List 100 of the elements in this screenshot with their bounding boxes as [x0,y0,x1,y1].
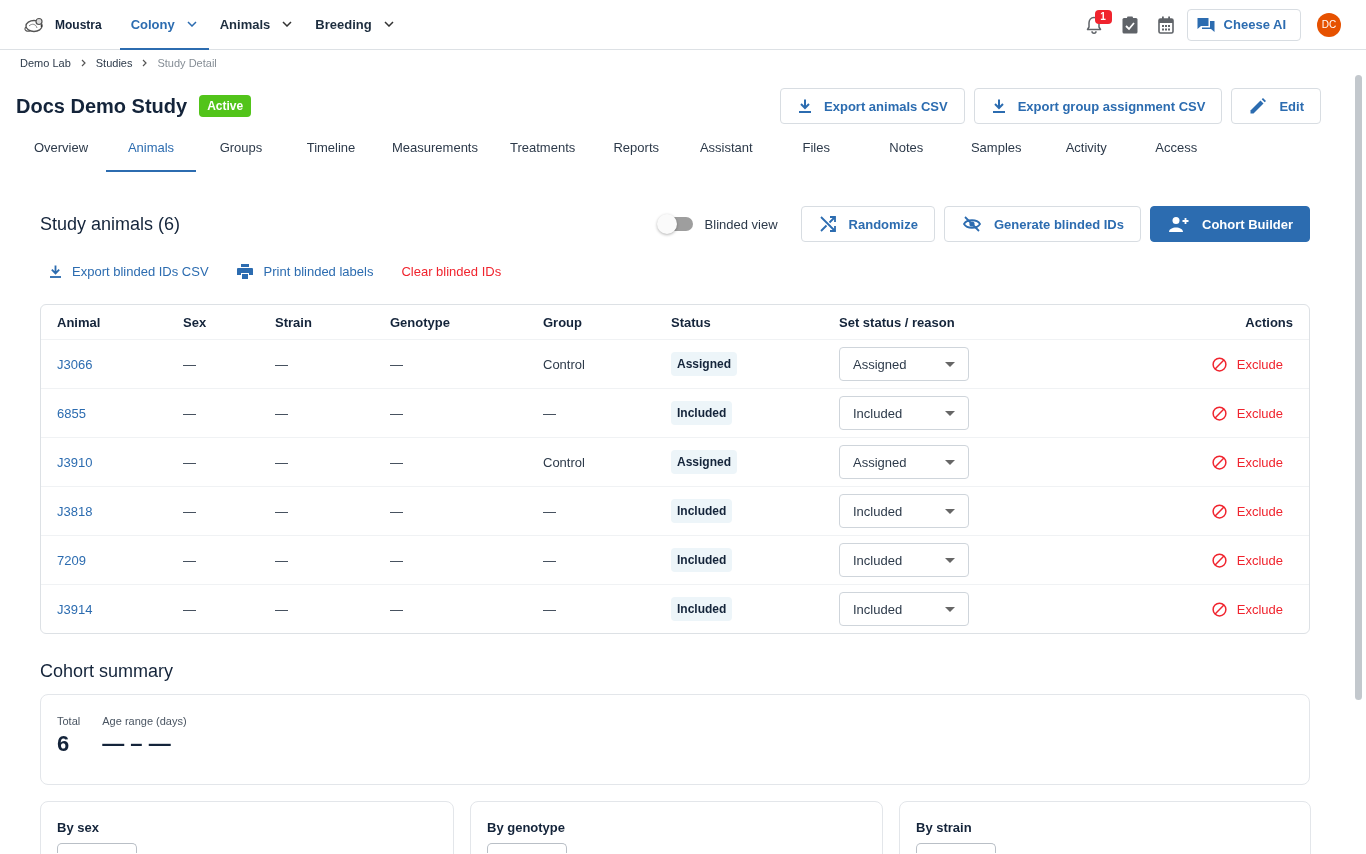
caret-down-icon [945,606,955,612]
tab[interactable]: Files [771,124,862,172]
chevron-down-icon [383,21,394,27]
exclude-button[interactable]: Exclude [1211,454,1293,470]
table-cell: — [183,504,196,519]
column-header: Actions [1245,314,1293,330]
caret-down-icon [945,410,955,416]
print-labels-button[interactable]: Print blinded labels [236,257,374,285]
mouse-logo-icon [24,16,46,33]
ban-icon [1211,356,1227,372]
animal-id-link[interactable]: 6855 [57,406,86,421]
status-select[interactable]: Assigned [839,445,969,479]
exclude-button[interactable]: Exclude [1211,356,1293,372]
status-chip: Included [671,597,733,621]
breakdown-title: By genotype [487,820,565,835]
tab[interactable]: Assistant [681,124,772,172]
caret-down-icon [945,508,955,514]
animal-id-link[interactable]: J3910 [57,455,93,470]
status-select[interactable]: Assigned [839,347,969,381]
stat-label: Age range (days) [102,715,187,727]
tab[interactable]: Groups [196,124,286,172]
export-button[interactable]: Export group assignment CSV [973,88,1223,124]
tab[interactable]: Samples [951,124,1042,172]
edit-button[interactable]: Edit [1231,88,1321,124]
table-cell: — [390,504,403,519]
animal-id-link[interactable]: J3066 [57,357,93,372]
table-cell: — [390,406,403,421]
breadcrumb-link[interactable]: Demo Lab [20,56,71,69]
generate-ids-button[interactable]: Generate blinded IDs [943,206,1141,242]
tab[interactable]: Notes [861,124,952,172]
exclude-button[interactable]: Exclude [1211,552,1293,568]
caret-down-icon [945,459,955,465]
tab[interactable]: Timeline [286,124,376,172]
stat-value: — – — [102,731,172,757]
table-cell: — [183,406,196,421]
notification-count-badge: 1 [1094,9,1112,24]
nav-menu[interactable]: Colony [119,0,209,50]
status-select[interactable]: Included [839,543,969,577]
exclude-button[interactable]: Exclude [1211,601,1293,617]
pencil-icon [1250,98,1267,114]
export-ids-button[interactable]: Export blinded IDs CSV [50,257,209,285]
status-select[interactable]: Included [839,592,969,626]
status-chip: Included [671,401,733,425]
tab[interactable]: Measurements [376,124,494,172]
bell-icon [1085,15,1102,34]
chat-bubbles-icon [1196,16,1215,33]
tab[interactable]: Overview [16,124,106,172]
assistant-button[interactable]: Cheese AI [1186,8,1301,41]
tab[interactable]: Treatments [494,124,592,172]
toggle-switch[interactable] [658,217,693,231]
section-title: Cohort summary [40,661,175,682]
tab[interactable]: Activity [1041,124,1132,172]
table-cell: — [543,553,556,568]
table-cell: — [543,504,556,519]
status-select[interactable]: Included [839,396,969,430]
stat-value: 6 [57,731,71,757]
status-chip: Assigned [671,352,737,376]
column-header: Strain [275,314,313,330]
tab[interactable]: Reports [591,124,682,172]
printer-icon [236,263,253,279]
download-icon [992,99,1005,113]
chevron-down-icon [282,21,293,27]
table-cell: — [543,406,556,421]
ban-icon [1211,503,1227,519]
table-cell: — [390,602,403,617]
animal-id-link[interactable]: J3818 [57,504,93,519]
table-cell: — [183,455,196,470]
table-cell: — [275,602,288,617]
table-cell: — [390,455,403,470]
table-cell: — [543,602,556,617]
table-cell: — [275,406,288,421]
table-cell: — [390,357,403,372]
study-status-badge: Active [199,95,252,117]
user-avatar[interactable]: DC [1317,12,1341,37]
table-cell: Control [543,357,585,372]
table-cell: — [390,553,403,568]
breadcrumb-link[interactable]: Studies [95,56,133,69]
brand-name: Moustra [55,17,102,32]
cohort-builder-button[interactable]: Cohort Builder [1150,206,1310,242]
tab[interactable]: Animals [106,124,196,172]
export-button[interactable]: Export animals CSV [780,88,965,124]
notifications-button[interactable]: 1 [1075,6,1112,43]
animal-id-link[interactable]: 7209 [57,553,86,568]
scrollbar-thumb[interactable] [1355,75,1362,700]
exclude-button[interactable]: Exclude [1211,503,1293,519]
ban-icon [1211,454,1227,470]
animal-id-link[interactable]: J3914 [57,602,93,617]
nav-menu[interactable]: Animals [208,0,305,50]
tab[interactable]: Access [1131,124,1222,172]
column-header: Status [671,314,712,330]
randomize-button[interactable]: Randomize [800,206,935,242]
status-select[interactable]: Included [839,494,969,528]
caret-down-icon [945,557,955,563]
ban-icon [1211,405,1227,421]
exclude-button[interactable]: Exclude [1211,405,1293,421]
status-chip: Included [671,548,733,572]
column-header: Set status / reason [839,314,956,330]
nav-menu[interactable]: Breeding [304,0,406,50]
clear-ids-button[interactable]: Clear blinded IDs [401,257,502,285]
shuffle-icon [819,216,836,232]
